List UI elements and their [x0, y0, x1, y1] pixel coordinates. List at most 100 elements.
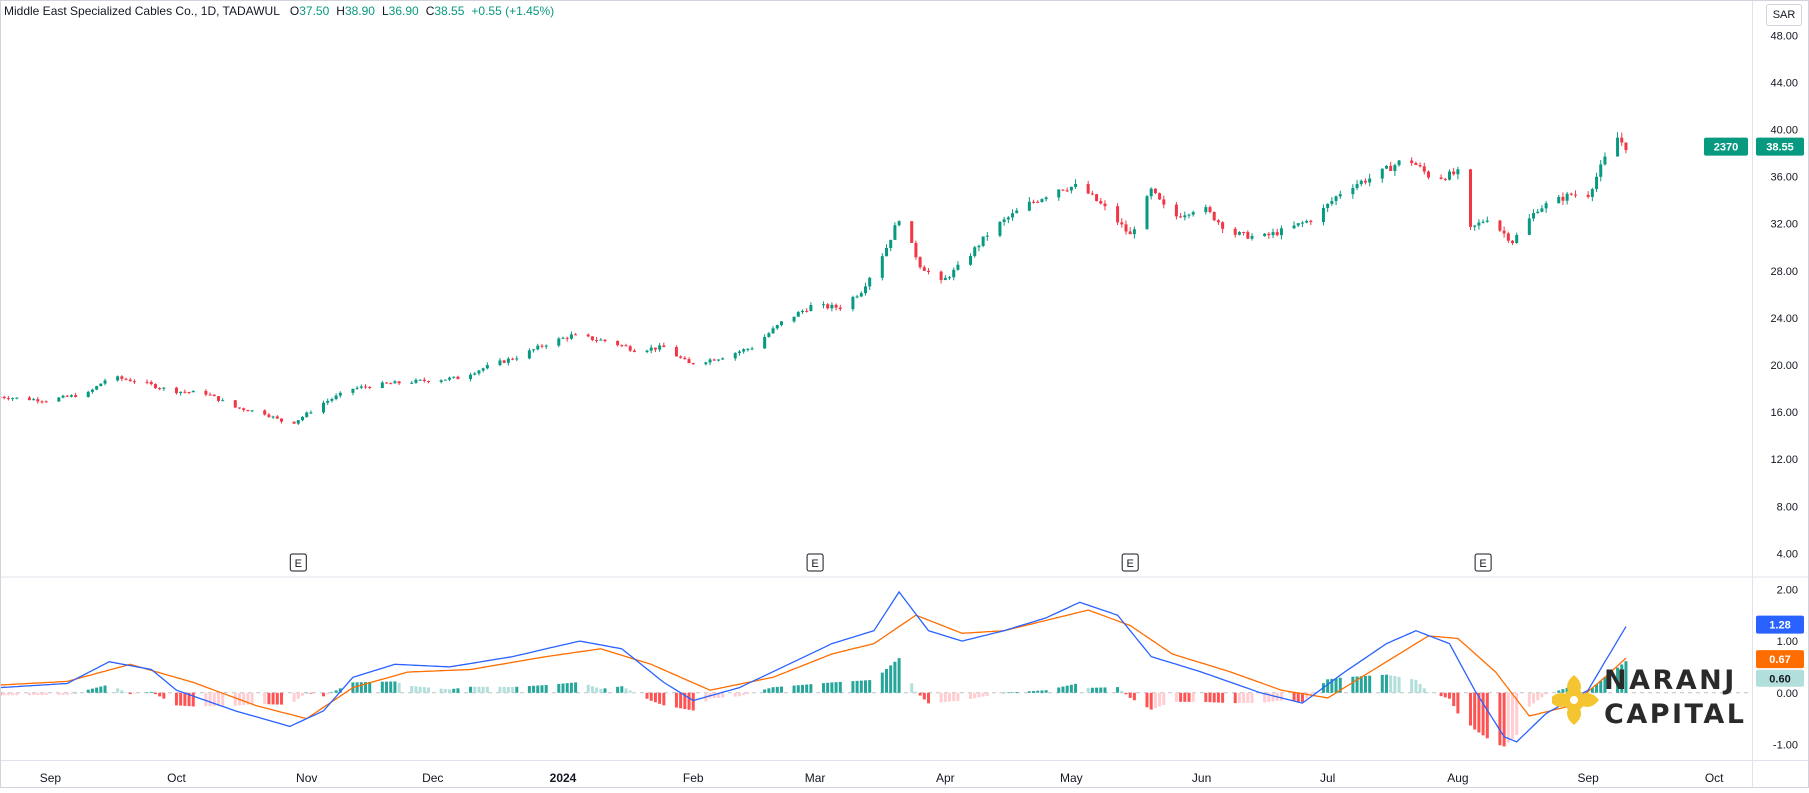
- histogram-bar: [1212, 692, 1216, 703]
- histogram-bar: [456, 688, 460, 693]
- histogram-bar: [750, 692, 754, 694]
- macd-line: [0, 590, 1627, 743]
- histogram-bar: [805, 684, 809, 693]
- histogram-bar: [162, 692, 166, 699]
- candle-body: [330, 398, 334, 401]
- candle-body: [532, 349, 536, 351]
- candle-body: [1536, 211, 1540, 214]
- histogram-bar: [469, 686, 473, 693]
- histogram-bar: [1506, 692, 1510, 743]
- candle-body: [1040, 199, 1044, 202]
- candle-body: [1036, 201, 1040, 203]
- candle-body: [1162, 199, 1166, 205]
- candle-body: [443, 379, 447, 381]
- histogram-bar: [1422, 688, 1426, 693]
- candle-body: [1447, 171, 1451, 180]
- currency-button[interactable]: SAR: [1766, 4, 1802, 26]
- time-tick-label: Nov: [296, 771, 317, 785]
- candle-body: [1174, 204, 1178, 217]
- histogram-bar: [1296, 692, 1300, 702]
- histogram-bar: [574, 682, 578, 693]
- candle-body: [1204, 207, 1208, 213]
- candle-body: [179, 391, 183, 394]
- histogram-bar: [1233, 692, 1237, 704]
- histogram-bar: [1128, 692, 1132, 698]
- candle-body: [418, 379, 422, 381]
- candle-body: [527, 350, 531, 359]
- histogram-bar: [389, 681, 393, 693]
- histogram-bar: [792, 685, 796, 693]
- candle-body: [1296, 223, 1300, 226]
- histogram-bar: [590, 686, 594, 693]
- candle-body: [1061, 189, 1065, 191]
- histogram-bar: [27, 692, 31, 696]
- candle-body: [826, 304, 830, 309]
- candle-body: [1624, 142, 1628, 151]
- candle-body: [216, 396, 220, 401]
- histogram-bar: [868, 680, 872, 693]
- candle-body: [233, 400, 237, 408]
- candle-body: [69, 395, 73, 397]
- candle-body: [61, 395, 65, 398]
- histogram-bar: [1153, 692, 1157, 709]
- candle-body: [1603, 156, 1607, 165]
- candle-body: [334, 395, 338, 399]
- candle-body: [897, 221, 901, 226]
- histogram-bar: [1095, 687, 1099, 693]
- histogram-bar: [385, 681, 389, 693]
- price-tick-label: 20.00: [1770, 360, 1798, 372]
- high-label: H: [336, 4, 345, 18]
- histogram-bar: [1162, 692, 1166, 705]
- price-tick-label: 32.00: [1770, 219, 1798, 231]
- histogram-bar: [296, 692, 300, 699]
- histogram-bar: [586, 684, 590, 693]
- histogram-bar: [1036, 690, 1040, 693]
- histogram-bar: [1145, 692, 1149, 708]
- candle-body: [36, 399, 40, 402]
- candle-body: [103, 380, 107, 384]
- histogram-bar: [414, 686, 418, 693]
- candle-body: [1216, 220, 1220, 223]
- candle-body: [830, 304, 834, 309]
- candle-body: [99, 383, 103, 387]
- histogram-bar: [179, 692, 183, 706]
- candle-body: [502, 360, 506, 363]
- candle-body: [1393, 165, 1397, 171]
- chart-canvas[interactable]: E E E E 4.00 8.00 12.00 16.00 20.00 24.00 28.00 32…: [0, 0, 1809, 788]
- candle-body: [153, 384, 157, 389]
- candle-body: [683, 357, 687, 360]
- logo-icon: [1549, 675, 1599, 725]
- earnings-label: E: [1127, 558, 1134, 570]
- candle-body: [477, 370, 481, 374]
- candle-body: [1368, 178, 1372, 183]
- chart-frame: [0, 0, 1809, 788]
- histogram-bar: [943, 692, 947, 702]
- histogram-bar: [1527, 692, 1531, 707]
- candle-body: [569, 334, 573, 339]
- candle-body: [116, 376, 120, 381]
- candle-body: [95, 386, 99, 390]
- candle-body: [868, 277, 872, 287]
- candle-body: [1065, 190, 1069, 192]
- candle-body: [1237, 232, 1241, 235]
- candle-body: [1595, 176, 1599, 190]
- chart-area[interactable]: E E E E 4.00 8.00 12.00 16.00 20.00 24.00 28.00 32…: [0, 0, 1809, 788]
- candle-body: [246, 410, 250, 412]
- histogram-bar: [826, 682, 830, 693]
- candle-body: [498, 360, 502, 366]
- candle-body: [838, 307, 842, 310]
- histogram-bar: [1221, 692, 1225, 703]
- histogram-bar: [418, 686, 422, 693]
- histogram-bar: [1271, 692, 1275, 702]
- histogram-bar: [830, 682, 834, 693]
- histogram-bar: [11, 692, 15, 696]
- histogram-bar: [301, 692, 305, 696]
- candle-body: [540, 345, 544, 347]
- candle-body: [1477, 222, 1481, 226]
- histogram-bar: [998, 692, 1002, 694]
- time-tick-label: Dec: [422, 771, 443, 785]
- candle-body: [1250, 236, 1254, 239]
- earnings-markers[interactable]: EEEE: [289, 553, 1492, 572]
- histogram-bar: [948, 692, 952, 702]
- candle-body: [973, 247, 977, 257]
